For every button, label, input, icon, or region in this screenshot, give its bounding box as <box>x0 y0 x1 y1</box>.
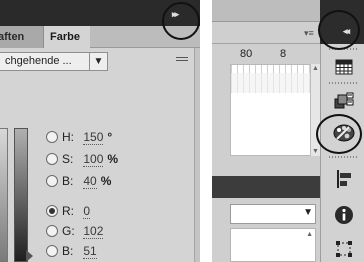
brightness-slider[interactable] <box>14 128 28 262</box>
green-value[interactable]: 102 <box>83 225 104 239</box>
saturation-unit: % <box>107 152 119 166</box>
panel-tab-strip: aften Farbe <box>0 26 200 61</box>
palette-color-icon[interactable] <box>333 122 355 144</box>
green-radio[interactable] <box>46 225 58 237</box>
blue-value[interactable]: 51 <box>83 245 97 259</box>
dock-icon-header <box>320 0 364 44</box>
swatches-grid-icon[interactable] <box>333 56 355 78</box>
panel-title-bar: ▸▸ <box>0 0 200 26</box>
hue-label: H: <box>62 130 74 144</box>
tab-color[interactable]: Farbe <box>44 26 90 49</box>
brightness-label: B: <box>62 174 74 188</box>
red-value[interactable]: 0 <box>83 205 91 219</box>
library-list[interactable]: ▲ <box>230 228 316 262</box>
layer-frame-row[interactable] <box>231 73 311 93</box>
chevron-down-icon[interactable]: ▼ <box>89 53 107 70</box>
blue-radio[interactable] <box>46 245 58 257</box>
blue-field-row: B: 51 <box>46 242 97 260</box>
collapse-to-icons-icon[interactable]: ▸▸ <box>172 9 179 20</box>
tab-properties[interactable]: aften <box>0 26 44 48</box>
slider-handle-icon[interactable] <box>26 250 33 262</box>
color-type-dropdown[interactable]: chgehende ... ▼ <box>0 52 108 71</box>
red-field-row: R: 0 <box>46 202 91 220</box>
timeline-frames[interactable] <box>230 64 312 156</box>
hue-radio[interactable] <box>46 131 58 143</box>
color-spectrum-bar[interactable] <box>0 128 8 262</box>
saturation-value[interactable]: 100 <box>83 153 104 167</box>
brightness-field-row: B: 40% <box>46 172 111 190</box>
timeline-ruler: 80 8 <box>230 46 312 66</box>
color-panel: ▸▸ aften Farbe chgehende ... ▼ H: 150 ° S… <box>0 0 200 262</box>
expand-panels-icon[interactable]: ◂◂ <box>343 26 350 37</box>
saturation-radio[interactable] <box>46 153 58 165</box>
strip-grip[interactable] <box>329 156 357 158</box>
transform-icon[interactable] <box>333 238 355 260</box>
scroll-up-icon[interactable]: ▲ <box>306 231 313 238</box>
color-cube-icon[interactable] <box>333 90 355 112</box>
info-icon[interactable] <box>333 204 355 226</box>
timeline-scrollbar[interactable]: ▲ ▼ <box>310 64 320 156</box>
docked-panels: ▾≡ ◂◂ 80 8 ▲ ▼ ▼ ▲ <box>212 0 364 262</box>
brightness-unit: % <box>100 174 112 188</box>
panel-icon-strip <box>320 44 364 262</box>
red-radio[interactable] <box>46 205 58 217</box>
chevron-down-icon[interactable]: ▼ <box>303 207 313 218</box>
hue-unit: ° <box>107 130 113 144</box>
panel-menu-icon[interactable]: ▾≡ <box>304 28 314 39</box>
panel-edge <box>194 48 200 262</box>
hue-value[interactable]: 150 <box>83 131 104 145</box>
align-icon[interactable] <box>333 168 355 190</box>
properties-panel-header <box>212 176 320 198</box>
scroll-down-icon[interactable]: ▼ <box>312 148 319 155</box>
strip-grip[interactable] <box>329 48 357 50</box>
blue-label: B: <box>62 244 74 258</box>
green-label: G: <box>62 224 75 238</box>
saturation-field-row: S: 100% <box>46 150 118 168</box>
brightness-value[interactable]: 40 <box>83 175 97 189</box>
color-type-value: chgehende ... <box>5 55 72 67</box>
hue-field-row: H: 150 ° <box>46 128 112 146</box>
green-field-row: G: 102 <box>46 222 104 240</box>
panel-menu-icon[interactable] <box>176 57 188 63</box>
scroll-up-icon[interactable]: ▲ <box>312 65 319 72</box>
ruler-label: 80 <box>240 48 253 60</box>
brightness-radio[interactable] <box>46 175 58 187</box>
red-label: R: <box>62 204 74 218</box>
strip-grip[interactable] <box>329 82 357 84</box>
ruler-label: 8 <box>280 48 287 60</box>
saturation-label: S: <box>62 152 74 166</box>
frame-ticks <box>231 65 311 73</box>
library-dropdown[interactable]: ▼ <box>230 204 316 224</box>
